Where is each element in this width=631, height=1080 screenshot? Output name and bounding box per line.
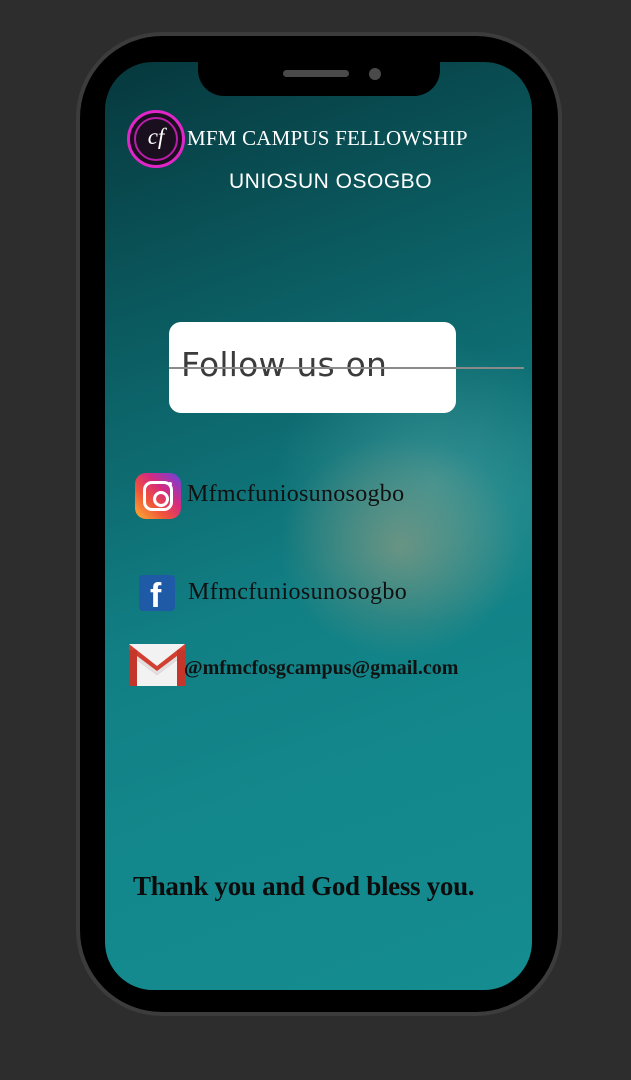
instagram-icon-dot	[168, 482, 172, 486]
fellowship-subtitle: UNIOSUN OSOGBO	[229, 170, 433, 193]
logo-monogram: cf	[147, 124, 165, 149]
phone-screen	[105, 62, 532, 990]
speaker-grille	[283, 70, 349, 77]
gmail-icon-left-edge	[129, 650, 137, 686]
fellowship-logo: cf	[127, 110, 185, 168]
follow-us-label: Follow us on	[181, 345, 388, 384]
front-camera	[369, 68, 381, 80]
instagram-icon[interactable]	[135, 473, 181, 519]
facebook-icon-glyph: f	[150, 577, 162, 611]
instagram-handle[interactable]: Mfmcfuniosunosogbo	[187, 481, 404, 508]
facebook-handle[interactable]: Mfmcfuniosunosogbo	[188, 579, 407, 606]
follow-divider-line	[169, 367, 524, 369]
instagram-icon-lens	[153, 491, 169, 507]
closing-message: Thank you and God bless you.	[133, 871, 475, 901]
gmail-icon-envelope	[129, 644, 185, 686]
phone-notch	[198, 60, 440, 96]
gmail-icon[interactable]	[129, 644, 185, 686]
gmail-address[interactable]: @mfmcfosgcampus@gmail.com	[184, 657, 458, 680]
facebook-icon[interactable]: f	[139, 575, 175, 611]
fellowship-title: MFM CAMPUS FELLOWSHIP	[187, 126, 468, 150]
